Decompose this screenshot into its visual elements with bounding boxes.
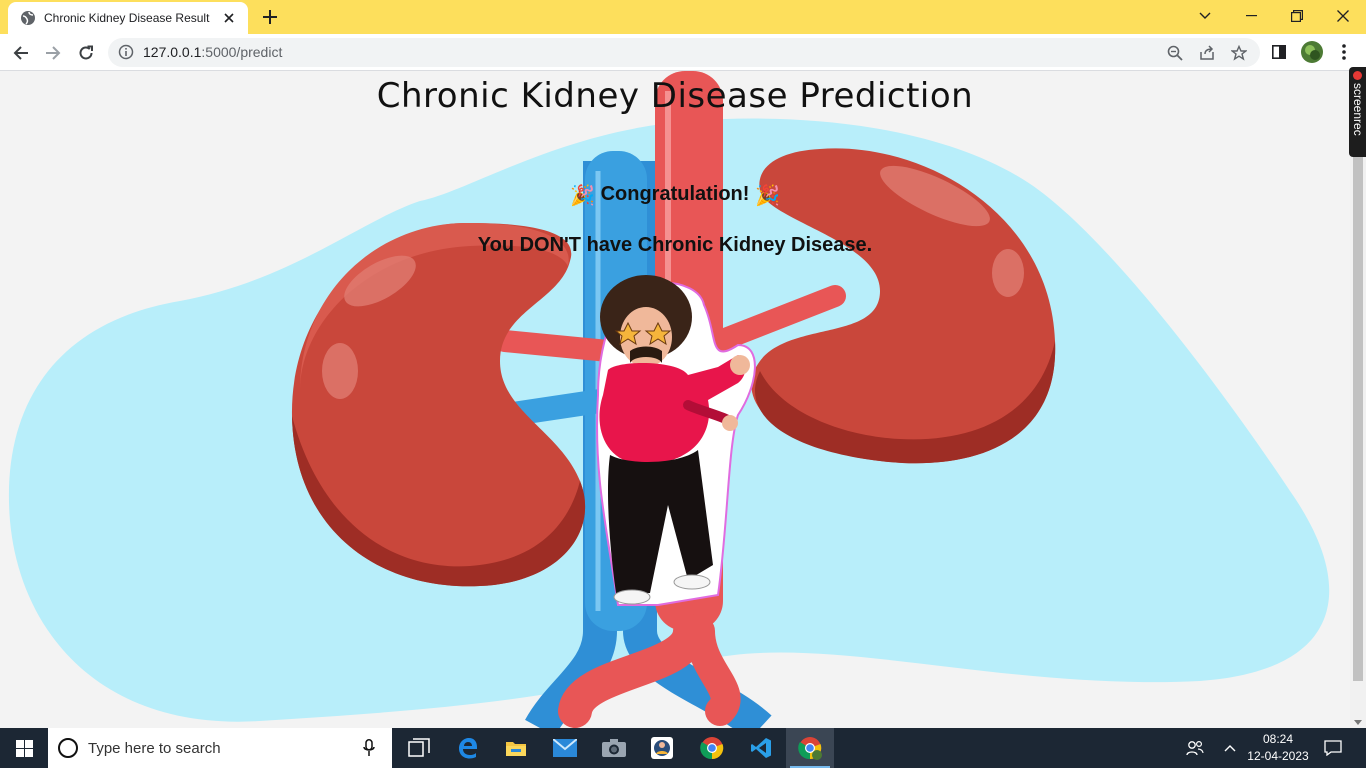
restore-button[interactable] xyxy=(1274,0,1320,32)
share-icon[interactable] xyxy=(1198,44,1216,62)
windows-taskbar: Type here to search 08:24 12-04-2023 xyxy=(0,728,1366,768)
party-popper-icon: 🎉 xyxy=(755,185,780,207)
photos-app-icon[interactable] xyxy=(638,728,686,768)
chrome-icon[interactable] xyxy=(688,728,736,768)
congratulation-text: Congratulation! xyxy=(600,183,750,205)
zoom-icon[interactable] xyxy=(1166,44,1184,62)
start-button[interactable] xyxy=(0,728,48,768)
congratulation-heading: 🎉 Congratulation! 🎉 xyxy=(0,183,1350,208)
camera-icon[interactable] xyxy=(590,728,638,768)
dancing-man-sticker xyxy=(596,275,756,606)
notification-center-icon[interactable] xyxy=(1318,728,1348,768)
task-view-icon[interactable] xyxy=(395,728,443,768)
tab-title: Chronic Kidney Disease Result xyxy=(44,11,210,25)
menu-kebab-icon[interactable] xyxy=(1333,41,1355,63)
prediction-result: You DON'T have Chronic Kidney Disease. xyxy=(477,234,873,256)
page-scrollbar[interactable] xyxy=(1350,71,1366,728)
page-viewport: Chronic Kidney Disease Prediction 🎉 Cong… xyxy=(0,71,1366,728)
profile-avatar[interactable] xyxy=(1301,41,1323,63)
new-tab-button[interactable] xyxy=(258,5,282,29)
clock-time: 08:24 xyxy=(1262,732,1294,746)
taskbar-search-box[interactable]: Type here to search xyxy=(48,728,392,768)
edge-icon[interactable] xyxy=(444,728,492,768)
url-path: :5000/predict xyxy=(201,44,283,60)
screenrec-label: screenrec xyxy=(1351,83,1365,136)
url-text[interactable]: 127.0.0.1:5000/predict xyxy=(143,44,282,60)
browser-tab-active[interactable]: Chronic Kidney Disease Result xyxy=(8,2,248,34)
minimize-button[interactable] xyxy=(1228,0,1274,32)
cortana-circle-icon xyxy=(58,738,78,758)
record-dot-icon xyxy=(1353,71,1362,80)
party-popper-icon: 🎉 xyxy=(570,185,595,207)
site-info-icon[interactable] xyxy=(118,44,134,60)
microphone-icon[interactable] xyxy=(358,737,380,759)
clock-date: 12-04-2023 xyxy=(1247,749,1309,763)
people-icon[interactable] xyxy=(1182,728,1208,768)
tab-close-icon[interactable] xyxy=(220,9,238,27)
mail-icon[interactable] xyxy=(541,728,589,768)
scrollbar-thumb[interactable] xyxy=(1353,81,1363,681)
taskbar-clock[interactable]: 08:24 12-04-2023 xyxy=(1246,731,1310,765)
bookmark-star-icon[interactable] xyxy=(1230,44,1248,62)
search-placeholder[interactable]: Type here to search xyxy=(88,740,358,757)
show-hidden-icons-chevron-icon[interactable] xyxy=(1218,728,1242,768)
windows-logo-icon xyxy=(15,739,33,757)
address-bar[interactable]: 127.0.0.1:5000/predict xyxy=(108,38,1260,67)
reload-button[interactable] xyxy=(72,39,100,67)
close-window-button[interactable] xyxy=(1320,0,1366,32)
globe-icon xyxy=(20,10,36,26)
forward-button[interactable] xyxy=(39,39,67,67)
vscode-icon[interactable] xyxy=(737,728,785,768)
scroll-down-arrow-icon[interactable] xyxy=(1354,720,1362,725)
file-explorer-icon[interactable] xyxy=(492,728,540,768)
tab-search-chevron-icon[interactable] xyxy=(1182,0,1228,32)
browser-toolbar: 127.0.0.1:5000/predict xyxy=(0,34,1366,71)
chrome-active-window-icon[interactable] xyxy=(786,728,834,768)
back-button[interactable] xyxy=(7,39,35,67)
browser-tabbar: Chronic Kidney Disease Result xyxy=(0,0,1366,34)
side-panel-icon[interactable] xyxy=(1268,41,1290,63)
screenrec-widget[interactable]: screenrec xyxy=(1349,67,1366,157)
url-host: 127.0.0.1 xyxy=(143,44,202,60)
page-title: Chronic Kidney Disease Prediction xyxy=(376,76,974,116)
